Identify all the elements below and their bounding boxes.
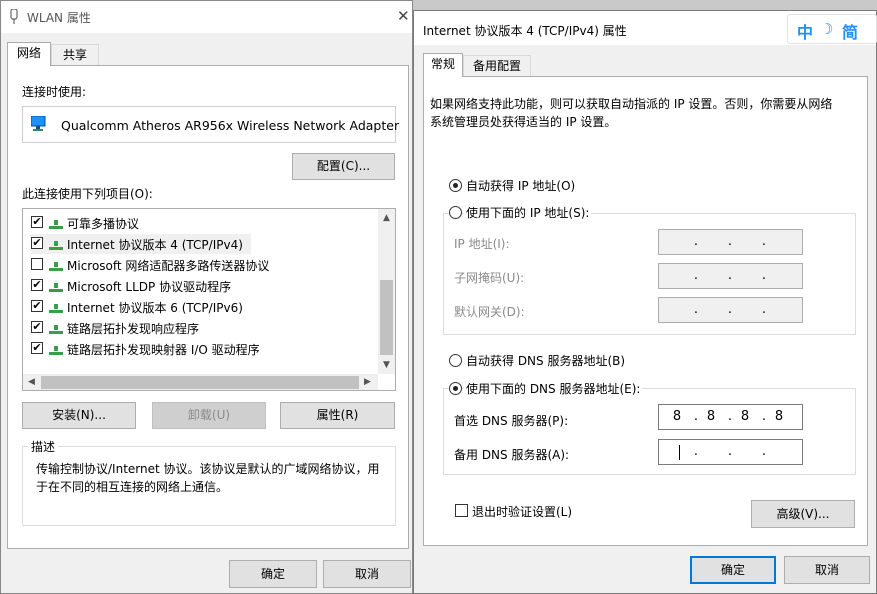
network-component-icon — [49, 324, 63, 334]
alternate-dns-label: 备用 DNS 服务器(A): — [454, 448, 570, 462]
list-item[interactable]: ✔ Internet 协议版本 4 (TCP/IPv4) — [31, 234, 251, 254]
tab-general[interactable]: 常规 — [423, 53, 463, 77]
install-button[interactable]: 安装(N)... — [22, 402, 136, 429]
description-label: 描述 — [28, 438, 59, 455]
items-list: ✔ 可靠多播协议 ✔ Internet 协议版本 4 (TCP/IPv4) Micros… — [22, 208, 396, 391]
item-checkbox[interactable]: ✔ — [31, 216, 43, 228]
close-icon[interactable]: ✕ — [397, 7, 410, 25]
moon-icon[interactable]: ☽ — [820, 20, 833, 38]
gateway-label: 默认网关(D): — [454, 305, 525, 319]
adapter-name: Qualcomm Atheros AR956x Wireless Network… — [61, 118, 400, 133]
item-label: Internet 协议版本 6 (TCP/IPv6) — [67, 301, 243, 315]
text-cursor — [679, 445, 680, 460]
tab-sharing[interactable]: 共享 — [51, 44, 99, 66]
wlan-properties-window: WLAN 属性 ✕ 网络 共享 连接时使用: Qualcomm Atheros … — [0, 0, 413, 594]
intro-text: 如果网络支持此功能，则可以获取自动指派的 IP 设置。否则，你需要从网络系统管理… — [430, 97, 833, 129]
scroll-right-icon[interactable]: ▶ — [364, 377, 371, 387]
preferred-dns-octet-2: 8 — [706, 409, 716, 424]
item-checkbox[interactable]: ✔ — [31, 342, 43, 354]
ip-address-field: ... — [658, 229, 803, 255]
wlan-titlebar[interactable]: WLAN 属性 ✕ — [1, 1, 412, 33]
description-text: 传输控制协议/Internet 协议。该协议是默认的广域网络协议，用于在不同的相… — [36, 462, 380, 494]
scroll-left-icon[interactable]: ◀ — [28, 377, 35, 387]
tab-network[interactable]: 网络 — [7, 42, 51, 66]
ime-mode[interactable]: 中 — [797, 19, 813, 43]
properties-button[interactable]: 属性(R) — [280, 402, 395, 429]
wlan-window-title: WLAN 属性 — [27, 11, 91, 25]
preferred-dns-octet-1: 8 — [672, 409, 682, 424]
validate-label[interactable]: 退出时验证设置(L) — [472, 503, 572, 520]
auto-ip-label[interactable]: 自动获得 IP 地址(O) — [466, 177, 575, 194]
item-label: Internet 协议版本 4 (TCP/IPv4) — [67, 238, 243, 252]
auto-ip-radio[interactable] — [449, 179, 462, 192]
ipv4-ok-button[interactable]: 确定 — [690, 556, 776, 584]
adapter-box: Qualcomm Atheros AR956x Wireless Network… — [22, 106, 400, 143]
tab-alternate-config[interactable]: 备用配置 — [463, 55, 531, 77]
ime-width[interactable]: 简 — [842, 19, 858, 43]
validate-checkbox[interactable] — [455, 504, 468, 517]
vertical-scrollbar[interactable]: ▲ ▼ — [378, 209, 395, 374]
network-component-icon — [49, 261, 63, 271]
scroll-thumb[interactable] — [380, 280, 393, 355]
item-checkbox[interactable]: ✔ — [31, 321, 43, 333]
item-checkbox[interactable]: ✔ — [31, 237, 43, 249]
network-component-icon — [49, 219, 63, 229]
preferred-dns-field[interactable]: 8 . 8 . 8 . 8 — [658, 404, 803, 430]
wifi-adapter-icon — [9, 8, 19, 25]
preferred-dns-octet-3: 8 — [740, 409, 750, 424]
scroll-up-icon[interactable]: ▲ — [383, 213, 390, 223]
auto-dns-label[interactable]: 自动获得 DNS 服务器地址(B) — [466, 352, 625, 369]
ipv4-cancel-button[interactable]: 取消 — [784, 556, 870, 584]
general-tab-panel: 如果网络支持此功能，则可以获取自动指派的 IP 设置。否则，你需要从网络系统管理… — [423, 76, 868, 546]
subnet-label: 子网掩码(U): — [454, 271, 525, 285]
manual-dns-radio[interactable] — [449, 382, 462, 395]
ip-address-label: IP 地址(I): — [454, 237, 510, 251]
configure-button[interactable]: 配置(C)... — [292, 153, 395, 180]
ipv4-properties-window: Internet 协议版本 4 (TCP/IPv4) 属性 常规 备用配置 如果… — [413, 10, 877, 594]
item-label: 链路层拓扑发现映射器 I/O 驱动程序 — [67, 343, 260, 357]
ime-toolbar[interactable]: 中 ☽ 简 — [787, 14, 877, 44]
item-checkbox[interactable]: ✔ — [31, 279, 43, 291]
manual-dns-label[interactable]: 使用下面的 DNS 服务器地址(E): — [464, 380, 643, 397]
network-component-icon — [49, 345, 63, 355]
item-checkbox[interactable] — [31, 258, 43, 270]
h-scroll-thumb[interactable] — [41, 376, 359, 389]
item-label: Microsoft 网络适配器多路传送器协议 — [67, 259, 270, 273]
horizontal-scrollbar[interactable]: ◀ ▶ — [23, 374, 378, 390]
item-checkbox[interactable]: ✔ — [31, 300, 43, 312]
manual-ip-radio[interactable] — [449, 206, 462, 219]
item-label: 可靠多播协议 — [67, 217, 140, 231]
network-component-icon — [49, 282, 63, 292]
items-label: 此连接使用下列项目(O): — [22, 187, 153, 201]
scroll-down-icon[interactable]: ▼ — [383, 360, 390, 370]
network-component-icon — [49, 303, 63, 313]
wlan-ok-button[interactable]: 确定 — [229, 560, 317, 588]
uninstall-button: 卸载(U) — [152, 402, 266, 429]
item-label: 链路层拓扑发现响应程序 — [67, 322, 200, 336]
gateway-field: ... — [658, 297, 803, 323]
preferred-dns-octet-4: 8 — [774, 409, 784, 424]
preferred-dns-label: 首选 DNS 服务器(P): — [454, 414, 569, 428]
auto-dns-radio[interactable] — [449, 354, 462, 367]
manual-ip-label[interactable]: 使用下面的 IP 地址(S): — [464, 204, 592, 221]
alternate-dns-field[interactable]: ... — [658, 439, 803, 465]
wlan-cancel-button[interactable]: 取消 — [323, 560, 411, 588]
advanced-button[interactable]: 高级(V)... — [751, 500, 855, 528]
connect-using-label: 连接时使用: — [22, 85, 87, 99]
network-adapter-icon — [30, 115, 49, 132]
ipv4-window-title: Internet 协议版本 4 (TCP/IPv4) 属性 — [423, 24, 627, 38]
network-tab-panel: 连接时使用: Qualcomm Atheros AR956x Wireless … — [7, 65, 409, 549]
network-component-icon — [49, 240, 63, 250]
item-label: Microsoft LLDP 协议驱动程序 — [67, 280, 232, 294]
subnet-field: ... — [658, 263, 803, 289]
